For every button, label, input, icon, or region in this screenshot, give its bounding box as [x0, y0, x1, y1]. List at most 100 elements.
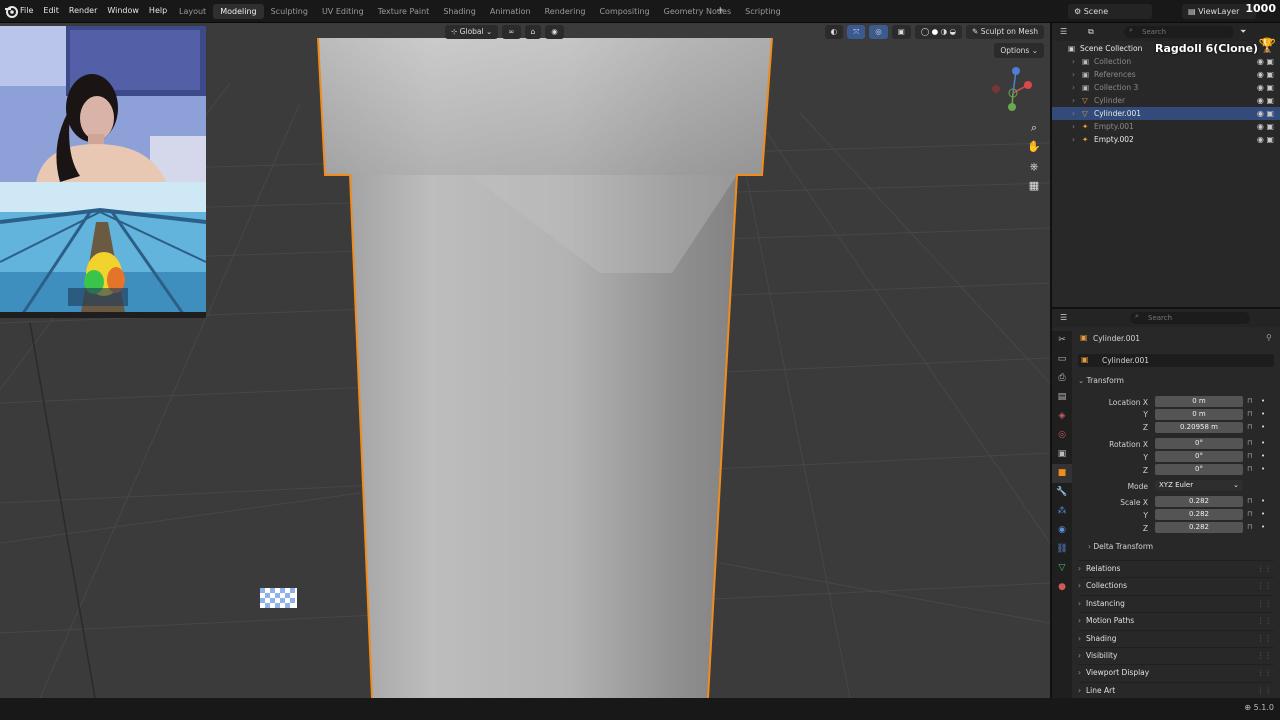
visibility-icon[interactable]: ◉ ▣	[1257, 68, 1274, 81]
editor-type-icon[interactable]: ☰	[1060, 27, 1067, 36]
location-y-field[interactable]: 0 m	[1155, 409, 1243, 420]
visibility-icon[interactable]: ◉ ▣	[1257, 107, 1274, 120]
workspace-tab-compositing[interactable]: Compositing	[592, 4, 656, 19]
snap-dropdown[interactable]: ⌂	[524, 25, 542, 39]
workspace-tab-scripting[interactable]: Scripting	[738, 4, 788, 19]
lock-icon[interactable]: ⊓	[1247, 397, 1252, 405]
keyframe-dot-icon[interactable]: •	[1261, 510, 1265, 518]
axis-neg-x-icon[interactable]	[992, 85, 1000, 93]
selectability-toggle[interactable]: ◐	[824, 25, 844, 39]
workspace-tab-shading[interactable]: Shading	[436, 4, 483, 19]
lock-icon[interactable]: ⊓	[1247, 423, 1252, 431]
menu-edit[interactable]: Edit	[43, 6, 59, 15]
modifier-tab-icon[interactable]: 🔧	[1052, 483, 1072, 502]
perspective-grid-icon[interactable]: ▦	[1027, 179, 1041, 193]
object-tab-icon[interactable]: ■	[1052, 464, 1072, 483]
pan-hand-icon[interactable]: ✋	[1027, 140, 1041, 154]
physics-tab-icon[interactable]: ◉	[1052, 521, 1072, 540]
menu-file[interactable]: File	[20, 6, 33, 15]
world-tab-icon[interactable]: ◎	[1052, 426, 1072, 445]
panel-viewport-display[interactable]: › Viewport Display ⋮⋮	[1078, 664, 1274, 680]
location-x-field[interactable]: 0 m	[1155, 396, 1243, 407]
outliner-item[interactable]: › ▽ Cylinder.001 ◉ ▣	[1052, 107, 1280, 120]
overlays-toggle[interactable]: ◎	[869, 25, 888, 39]
constraints-tab-icon[interactable]: ⛓	[1052, 540, 1072, 559]
chevron-right-icon[interactable]: ›	[1072, 55, 1075, 68]
collection-tab-icon[interactable]: ▣	[1052, 445, 1072, 464]
axis-y-icon[interactable]	[1008, 103, 1016, 111]
transform-panel-header[interactable]: ⌄ Transform	[1078, 376, 1124, 385]
particles-tab-icon[interactable]: ⁂	[1052, 502, 1072, 521]
xray-toggle[interactable]: ▣	[891, 25, 911, 39]
tool-tab-icon[interactable]: ✂	[1052, 331, 1072, 350]
display-mode-icon[interactable]: ⧉	[1088, 27, 1094, 37]
render-tab-icon[interactable]: ▭	[1052, 350, 1072, 369]
outliner-item[interactable]: › ▽ Cylinder ◉ ▣	[1052, 94, 1280, 107]
data-tab-icon[interactable]: ▽	[1052, 559, 1072, 578]
workspace-tab-texture-paint[interactable]: Texture Paint	[371, 4, 437, 19]
add-workspace-button[interactable]: +	[716, 6, 724, 16]
options-dropdown[interactable]: Options ⌄	[994, 43, 1044, 58]
workspace-tab-animation[interactable]: Animation	[483, 4, 538, 19]
chevron-right-icon[interactable]: ›	[1072, 107, 1075, 120]
keyframe-dot-icon[interactable]: •	[1261, 397, 1265, 405]
scale-z-field[interactable]: 0.282	[1155, 522, 1243, 533]
keyframe-dot-icon[interactable]: •	[1261, 439, 1265, 447]
keyframe-dot-icon[interactable]: •	[1261, 423, 1265, 431]
workspace-tab-modeling[interactable]: Modeling	[213, 4, 264, 19]
datablock-field[interactable]: ▣ Cylinder.001	[1078, 354, 1274, 367]
shading-modes[interactable]: ◯ ● ◑ ◒	[914, 25, 963, 39]
orientation-dropdown[interactable]: ⊹ Global ⌄	[445, 25, 499, 39]
drag-handle-icon[interactable]: ⋮⋮	[1257, 578, 1272, 594]
chevron-right-icon[interactable]: ›	[1072, 120, 1075, 133]
chevron-right-icon[interactable]: ›	[1072, 133, 1075, 146]
panel-line-art[interactable]: › Line Art ⋮⋮	[1078, 681, 1274, 699]
drag-handle-icon[interactable]: ⋮⋮	[1257, 683, 1272, 699]
proportional-toggle[interactable]: ◉	[545, 25, 564, 39]
drag-handle-icon[interactable]: ⋮⋮	[1257, 596, 1272, 612]
lock-icon[interactable]: ⊓	[1247, 452, 1252, 460]
filter-icon[interactable]: ⏷	[1240, 27, 1246, 37]
menu-render[interactable]: Render	[69, 6, 97, 15]
lock-icon[interactable]: ⊓	[1247, 465, 1252, 473]
rotation-mode-dropdown[interactable]: XYZ Euler ⌄	[1155, 480, 1243, 491]
lock-icon[interactable]: ⊓	[1247, 510, 1252, 518]
visibility-icon[interactable]: ◉ ▣	[1257, 55, 1274, 68]
workspace-tab-geometry-nodes[interactable]: Geometry Nodes	[657, 4, 738, 19]
drag-handle-icon[interactable]: ⋮⋮	[1257, 561, 1272, 577]
workspace-tab-uv-editing[interactable]: UV Editing	[315, 4, 371, 19]
location-z-field[interactable]: 0.20958 m	[1155, 422, 1243, 433]
menu-help[interactable]: Help	[149, 6, 167, 15]
lock-icon[interactable]: ⊓	[1247, 410, 1252, 418]
drag-handle-icon[interactable]: ⋮⋮	[1257, 648, 1272, 664]
zoom-icon[interactable]: ⌕	[1027, 121, 1041, 135]
keyframe-dot-icon[interactable]: •	[1261, 465, 1265, 473]
outliner-item[interactable]: › ▣ Collection ◉ ▣	[1052, 55, 1280, 68]
outliner-item[interactable]: › ▣ References ◉ ▣	[1052, 68, 1280, 81]
outliner-item[interactable]: › ▣ Collection 3 ◉ ▣	[1052, 81, 1280, 94]
axis-z-icon[interactable]	[1012, 67, 1020, 75]
chevron-right-icon[interactable]: ›	[1072, 94, 1075, 107]
rotation-y-field[interactable]: 0°	[1155, 451, 1243, 462]
outliner-item[interactable]: › ✦ Empty.002 ◉ ▣	[1052, 133, 1280, 146]
workspace-tab-layout[interactable]: Layout	[172, 4, 213, 19]
pin-icon[interactable]: ⚲	[1266, 333, 1272, 342]
outliner-item[interactable]: › ✦ Empty.001 ◉ ▣	[1052, 120, 1280, 133]
blender-logo-icon[interactable]	[4, 4, 18, 18]
gizmo-toggle[interactable]: ⤧	[847, 25, 866, 39]
panel-relations[interactable]: › Relations ⋮⋮	[1078, 560, 1274, 576]
lock-icon[interactable]: ⊓	[1247, 523, 1252, 531]
scale-y-field[interactable]: 0.282	[1155, 509, 1243, 520]
rotation-x-field[interactable]: 0°	[1155, 438, 1243, 449]
workspace-tab-rendering[interactable]: Rendering	[538, 4, 593, 19]
panel-instancing[interactable]: › Instancing ⋮⋮	[1078, 594, 1274, 612]
view-layer-tab-icon[interactable]: ▤	[1052, 388, 1072, 407]
panel-visibility[interactable]: › Visibility ⋮⋮	[1078, 647, 1274, 663]
keyframe-dot-icon[interactable]: •	[1261, 523, 1265, 531]
material-tab-icon[interactable]: ●	[1052, 578, 1072, 597]
lock-icon[interactable]: ⊓	[1247, 439, 1252, 447]
keyframe-dot-icon[interactable]: •	[1261, 410, 1265, 418]
scene-selector[interactable]: ⚙ Scene	[1068, 4, 1152, 19]
drag-handle-icon[interactable]: ⋮⋮	[1257, 613, 1272, 629]
visibility-icon[interactable]: ◉ ▣	[1257, 94, 1274, 107]
